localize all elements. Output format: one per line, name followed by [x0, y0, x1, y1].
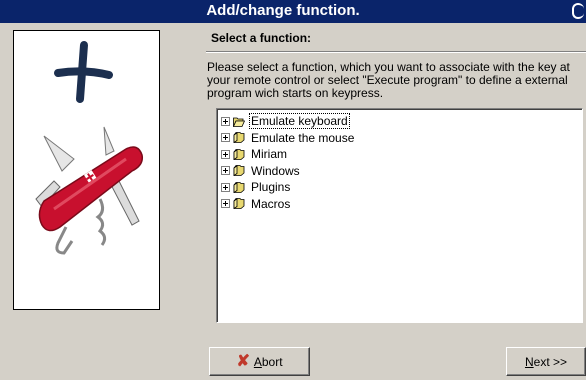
expand-icon[interactable] [221, 182, 230, 192]
folder-icon [233, 181, 245, 193]
tree-item-miriam[interactable]: Miriam [217, 146, 582, 163]
abort-label: bort [261, 354, 283, 369]
tree-item-label: Plugins [251, 180, 291, 195]
expand-icon[interactable] [221, 133, 230, 143]
tree-item-label: Macros [251, 196, 291, 211]
abort-button[interactable]: ✘ Abort [209, 347, 310, 376]
folder-icon [233, 165, 245, 177]
expand-icon[interactable] [221, 149, 230, 159]
tree-item-macros[interactable]: Macros [217, 196, 582, 213]
tree-item-windows[interactable]: Windows [217, 163, 582, 180]
folder-icon [233, 148, 245, 160]
expand-icon[interactable] [221, 116, 230, 126]
section-heading: Select a function: [211, 31, 312, 45]
close-icon[interactable] [572, 3, 584, 19]
folder-icon [233, 198, 245, 210]
next-label: ext [533, 354, 550, 369]
folder-open-icon [233, 117, 245, 127]
expand-icon[interactable] [221, 199, 230, 209]
tree-item-emulate-the-mouse[interactable]: Emulate the mouse [217, 130, 582, 147]
next-accel-letter: N [524, 354, 534, 369]
window-title: Add/change function. [206, 2, 360, 19]
tree-item-label: Miriam [251, 147, 287, 162]
function-tree[interactable]: Emulate keyboard Emulate the mouse Miria… [216, 108, 583, 323]
abort-accel-letter: A [253, 354, 262, 369]
tree-item-label: Windows [251, 163, 300, 178]
wizard-image-panel [13, 30, 160, 310]
tree-item-plugins[interactable]: Plugins [217, 179, 582, 196]
title-bar: Add/change function. [0, 0, 586, 23]
tree-item-emulate-keyboard[interactable]: Emulate keyboard [217, 113, 582, 130]
tree-item-label: Emulate the mouse [251, 130, 355, 145]
tree-item-label: Emulate keyboard [249, 113, 350, 130]
cancel-x-icon: ✘ [236, 352, 250, 370]
separator [206, 51, 586, 53]
next-button[interactable]: Next >> [506, 347, 586, 376]
folder-icon [233, 132, 245, 144]
expand-icon[interactable] [221, 166, 230, 176]
swiss-army-knife-icon [35, 126, 144, 255]
instructions-text: Please select a function, which you want… [207, 60, 570, 100]
next-arrows: >> [553, 354, 568, 369]
plus-icon [54, 41, 113, 103]
